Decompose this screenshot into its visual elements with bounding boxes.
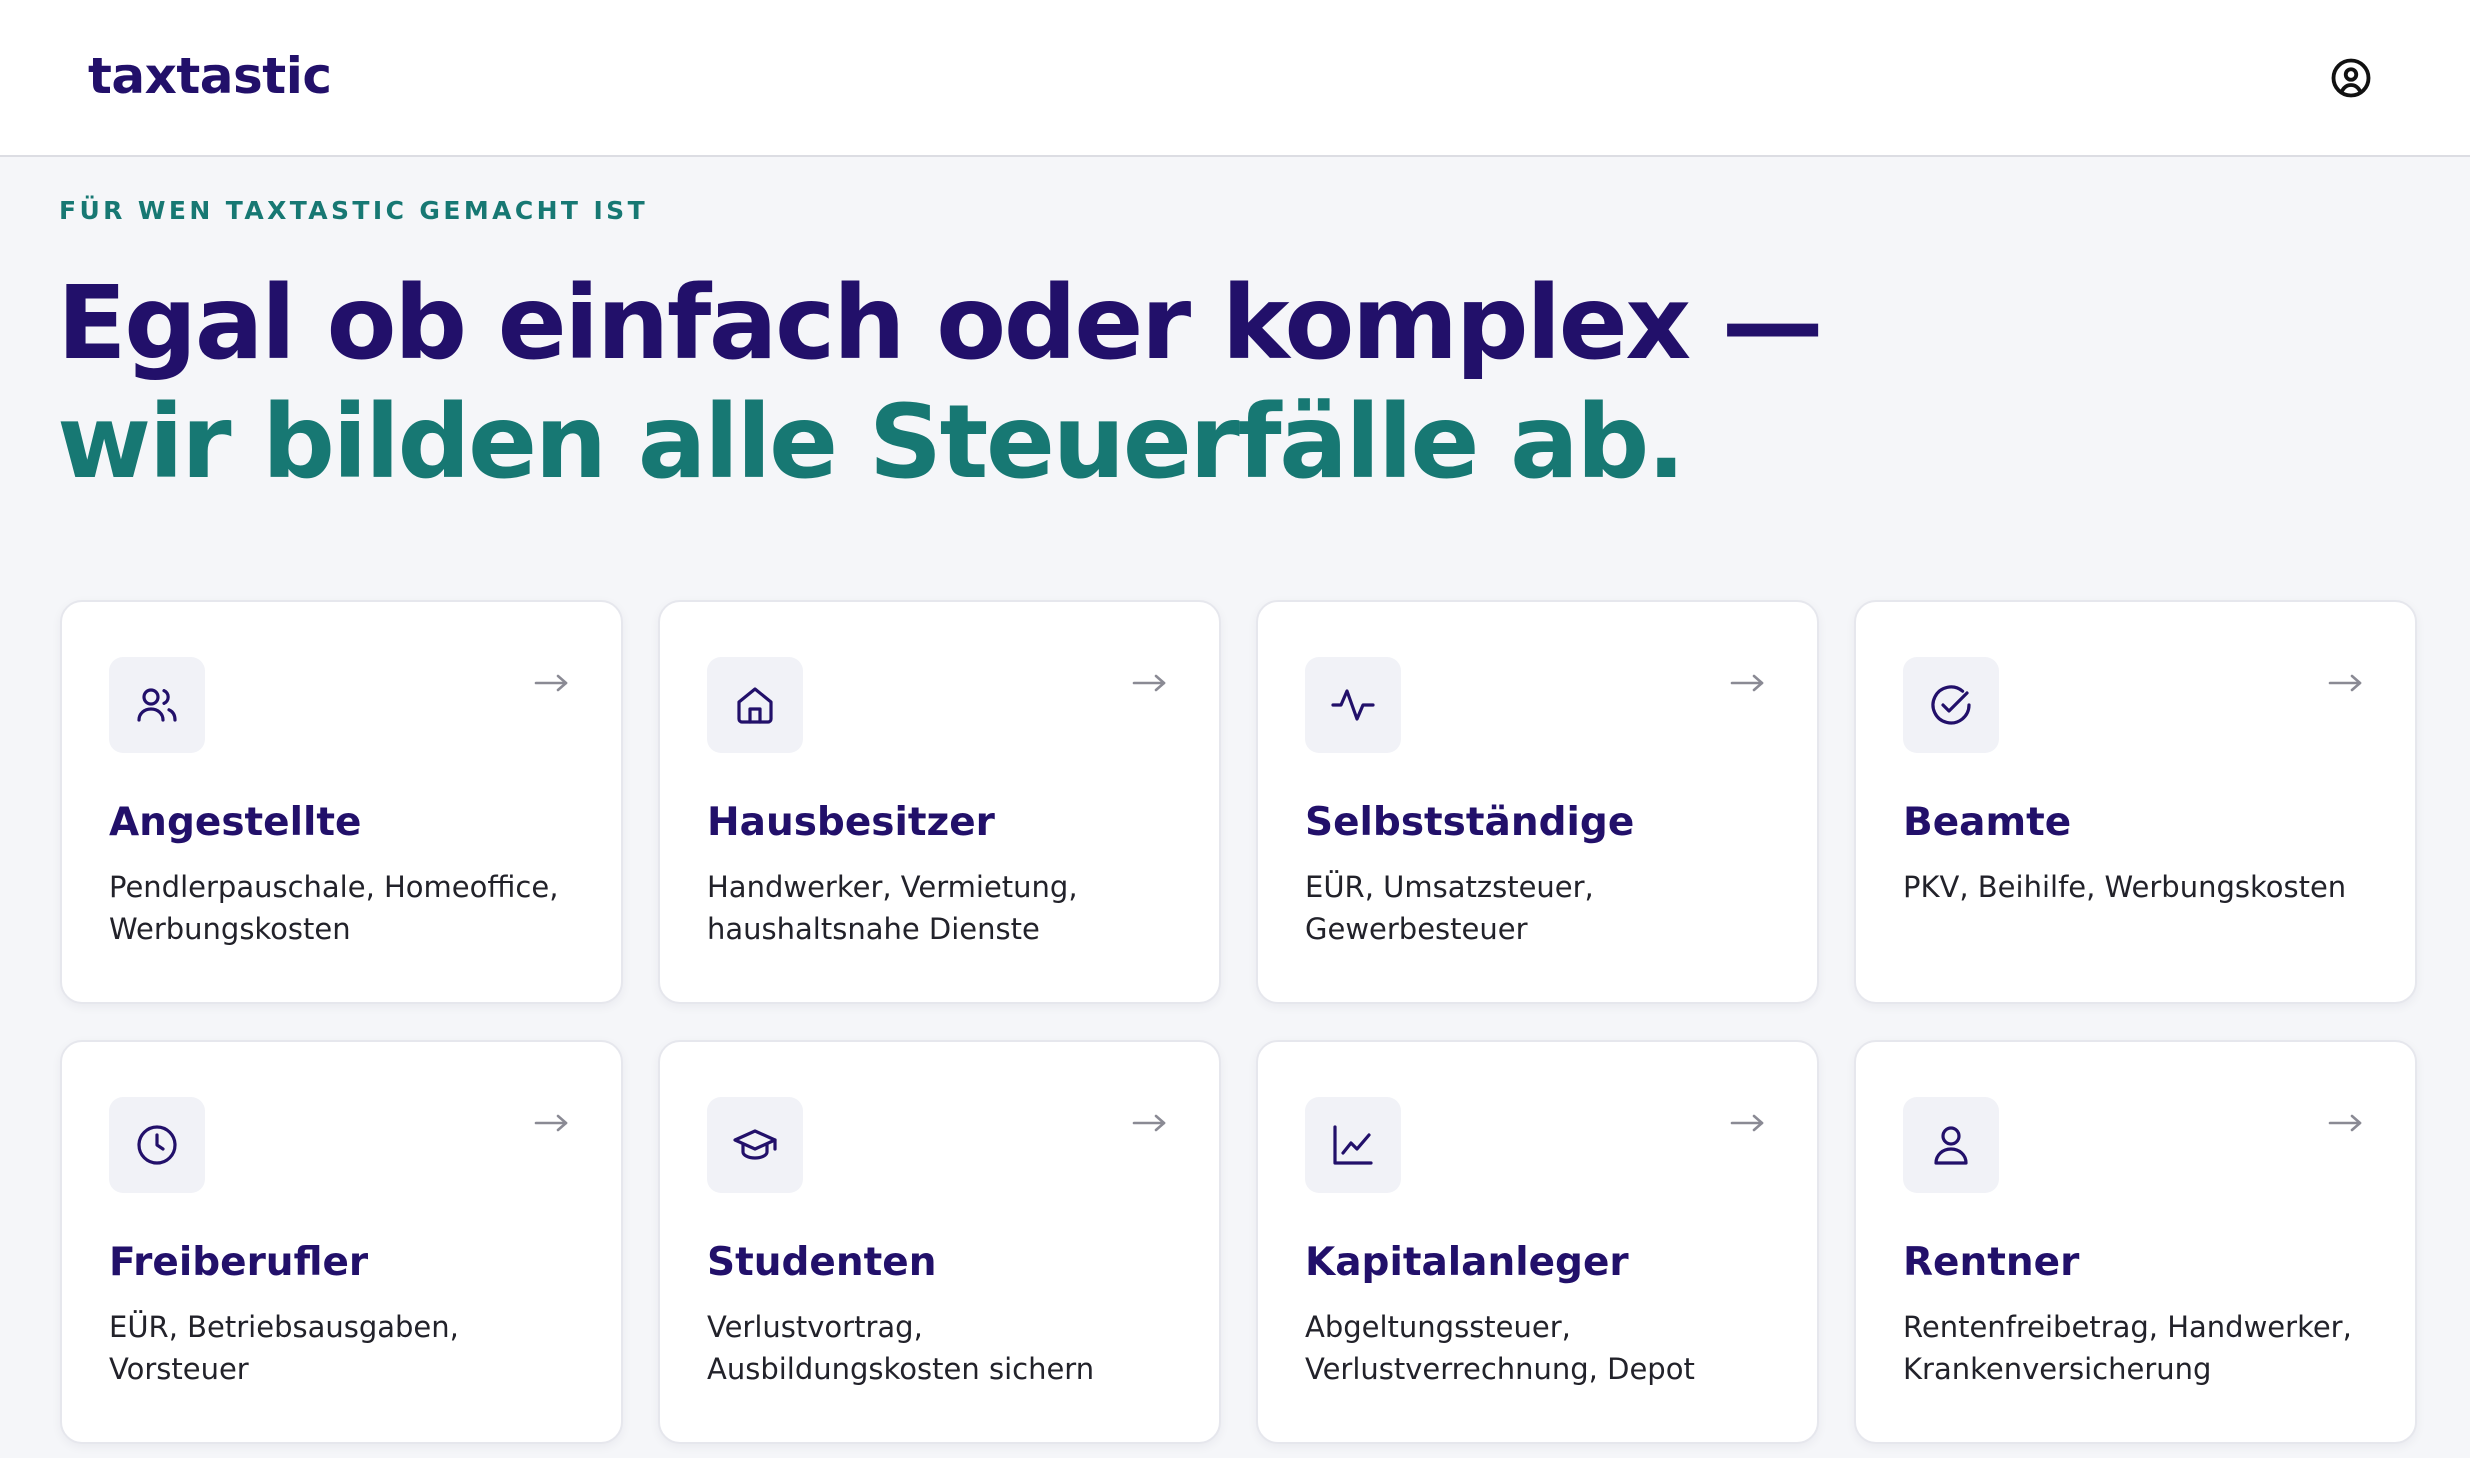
arrow-right-icon — [534, 1114, 568, 1132]
card-icon-box — [1903, 657, 1999, 753]
card-studenten[interactable]: Studenten Verlustvortrag, Ausbildungskos… — [658, 1040, 1221, 1444]
page-headline: Egal ob einfach oder komplex — wir bilde… — [57, 264, 1857, 502]
arrow-right-icon — [1132, 1114, 1166, 1132]
card-freiberufler[interactable]: Freiberufler EÜR, Betriebsausgaben, Vors… — [60, 1040, 623, 1444]
card-description: EÜR, Umsatzsteuer, Gewerbesteuer — [1305, 870, 1594, 946]
home-icon — [737, 687, 773, 724]
card-beamte[interactable]: Beamte PKV, Beihilfe, Werbungskosten — [1854, 600, 2417, 1004]
account-button[interactable] — [2325, 52, 2377, 104]
card-rentner[interactable]: Rentner Rentenfreibetrag, Handwerker, Kr… — [1854, 1040, 2417, 1444]
card-title: Hausbesitzer — [707, 800, 995, 845]
card-description: PKV, Beihilfe, Werbungskosten — [1903, 870, 2347, 904]
arrow-right-icon — [2328, 1114, 2362, 1132]
card-title: Angestellte — [109, 800, 362, 845]
user-icon — [1934, 1126, 1968, 1165]
card-title: Selbstständige — [1305, 800, 1635, 845]
arrow-right-icon — [1730, 674, 1764, 692]
card-icon-box — [1903, 1097, 1999, 1193]
user-circle-icon — [2331, 58, 2371, 98]
card-description: Pendlerpauschale, Homeoffice, Werbungsko… — [109, 870, 559, 946]
card-title: Kapitalanleger — [1305, 1240, 1629, 1285]
card-kapitalanleger[interactable]: Kapitalanleger Abgeltungssteuer, Verlust… — [1256, 1040, 1819, 1444]
card-description: Rentenfreibetrag, Handwerker, Krankenver… — [1903, 1310, 2352, 1386]
card-description: Abgeltungssteuer, Verlustverrechnung, De… — [1305, 1310, 1695, 1386]
card-selbststaendige[interactable]: Selbstständige EÜR, Umsatzsteuer, Gewerb… — [1256, 600, 1819, 1004]
headline-part-2: wir bilden alle Steuerfälle ab. — [57, 383, 1686, 502]
arrow-right-icon — [1730, 1114, 1764, 1132]
card-description: Handwerker, Vermietung, haushaltsnahe Di… — [707, 870, 1078, 946]
card-title: Rentner — [1903, 1240, 2080, 1285]
card-icon-box — [109, 657, 205, 753]
card-icon-box — [707, 1097, 803, 1193]
logo[interactable]: taxtastic — [88, 47, 332, 105]
arrow-right-icon — [2328, 674, 2362, 692]
headline-part-1: Egal ob einfach oder komplex — — [57, 264, 1824, 383]
card-description: Verlustvortrag, Ausbildungskosten sicher… — [707, 1310, 1095, 1386]
line-chart-icon — [1333, 1125, 1373, 1165]
users-icon — [137, 688, 177, 722]
card-icon-box — [1305, 657, 1401, 753]
arrow-right-icon — [534, 674, 568, 692]
clock-icon — [137, 1125, 177, 1165]
site-header: taxtastic — [0, 0, 2470, 157]
card-icon-box — [1305, 1097, 1401, 1193]
card-icon-box — [707, 657, 803, 753]
section-eyebrow: FÜR WEN TAXTASTIC GEMACHT IST — [59, 196, 649, 225]
card-icon-box — [109, 1097, 205, 1193]
card-angestellte[interactable]: Angestellte Pendlerpauschale, Homeoffice… — [60, 600, 623, 1004]
card-title: Studenten — [707, 1240, 937, 1285]
check-circle-icon — [1931, 685, 1971, 725]
graduation-cap-icon — [733, 1129, 777, 1160]
activity-icon — [1331, 689, 1375, 721]
card-title: Beamte — [1903, 800, 2072, 845]
card-description: EÜR, Betriebsausgaben, Vorsteuer — [109, 1310, 459, 1386]
card-title: Freiberufler — [109, 1240, 369, 1285]
card-hausbesitzer[interactable]: Hausbesitzer Handwerker, Vermietung, hau… — [658, 600, 1221, 1004]
arrow-right-icon — [1132, 674, 1166, 692]
